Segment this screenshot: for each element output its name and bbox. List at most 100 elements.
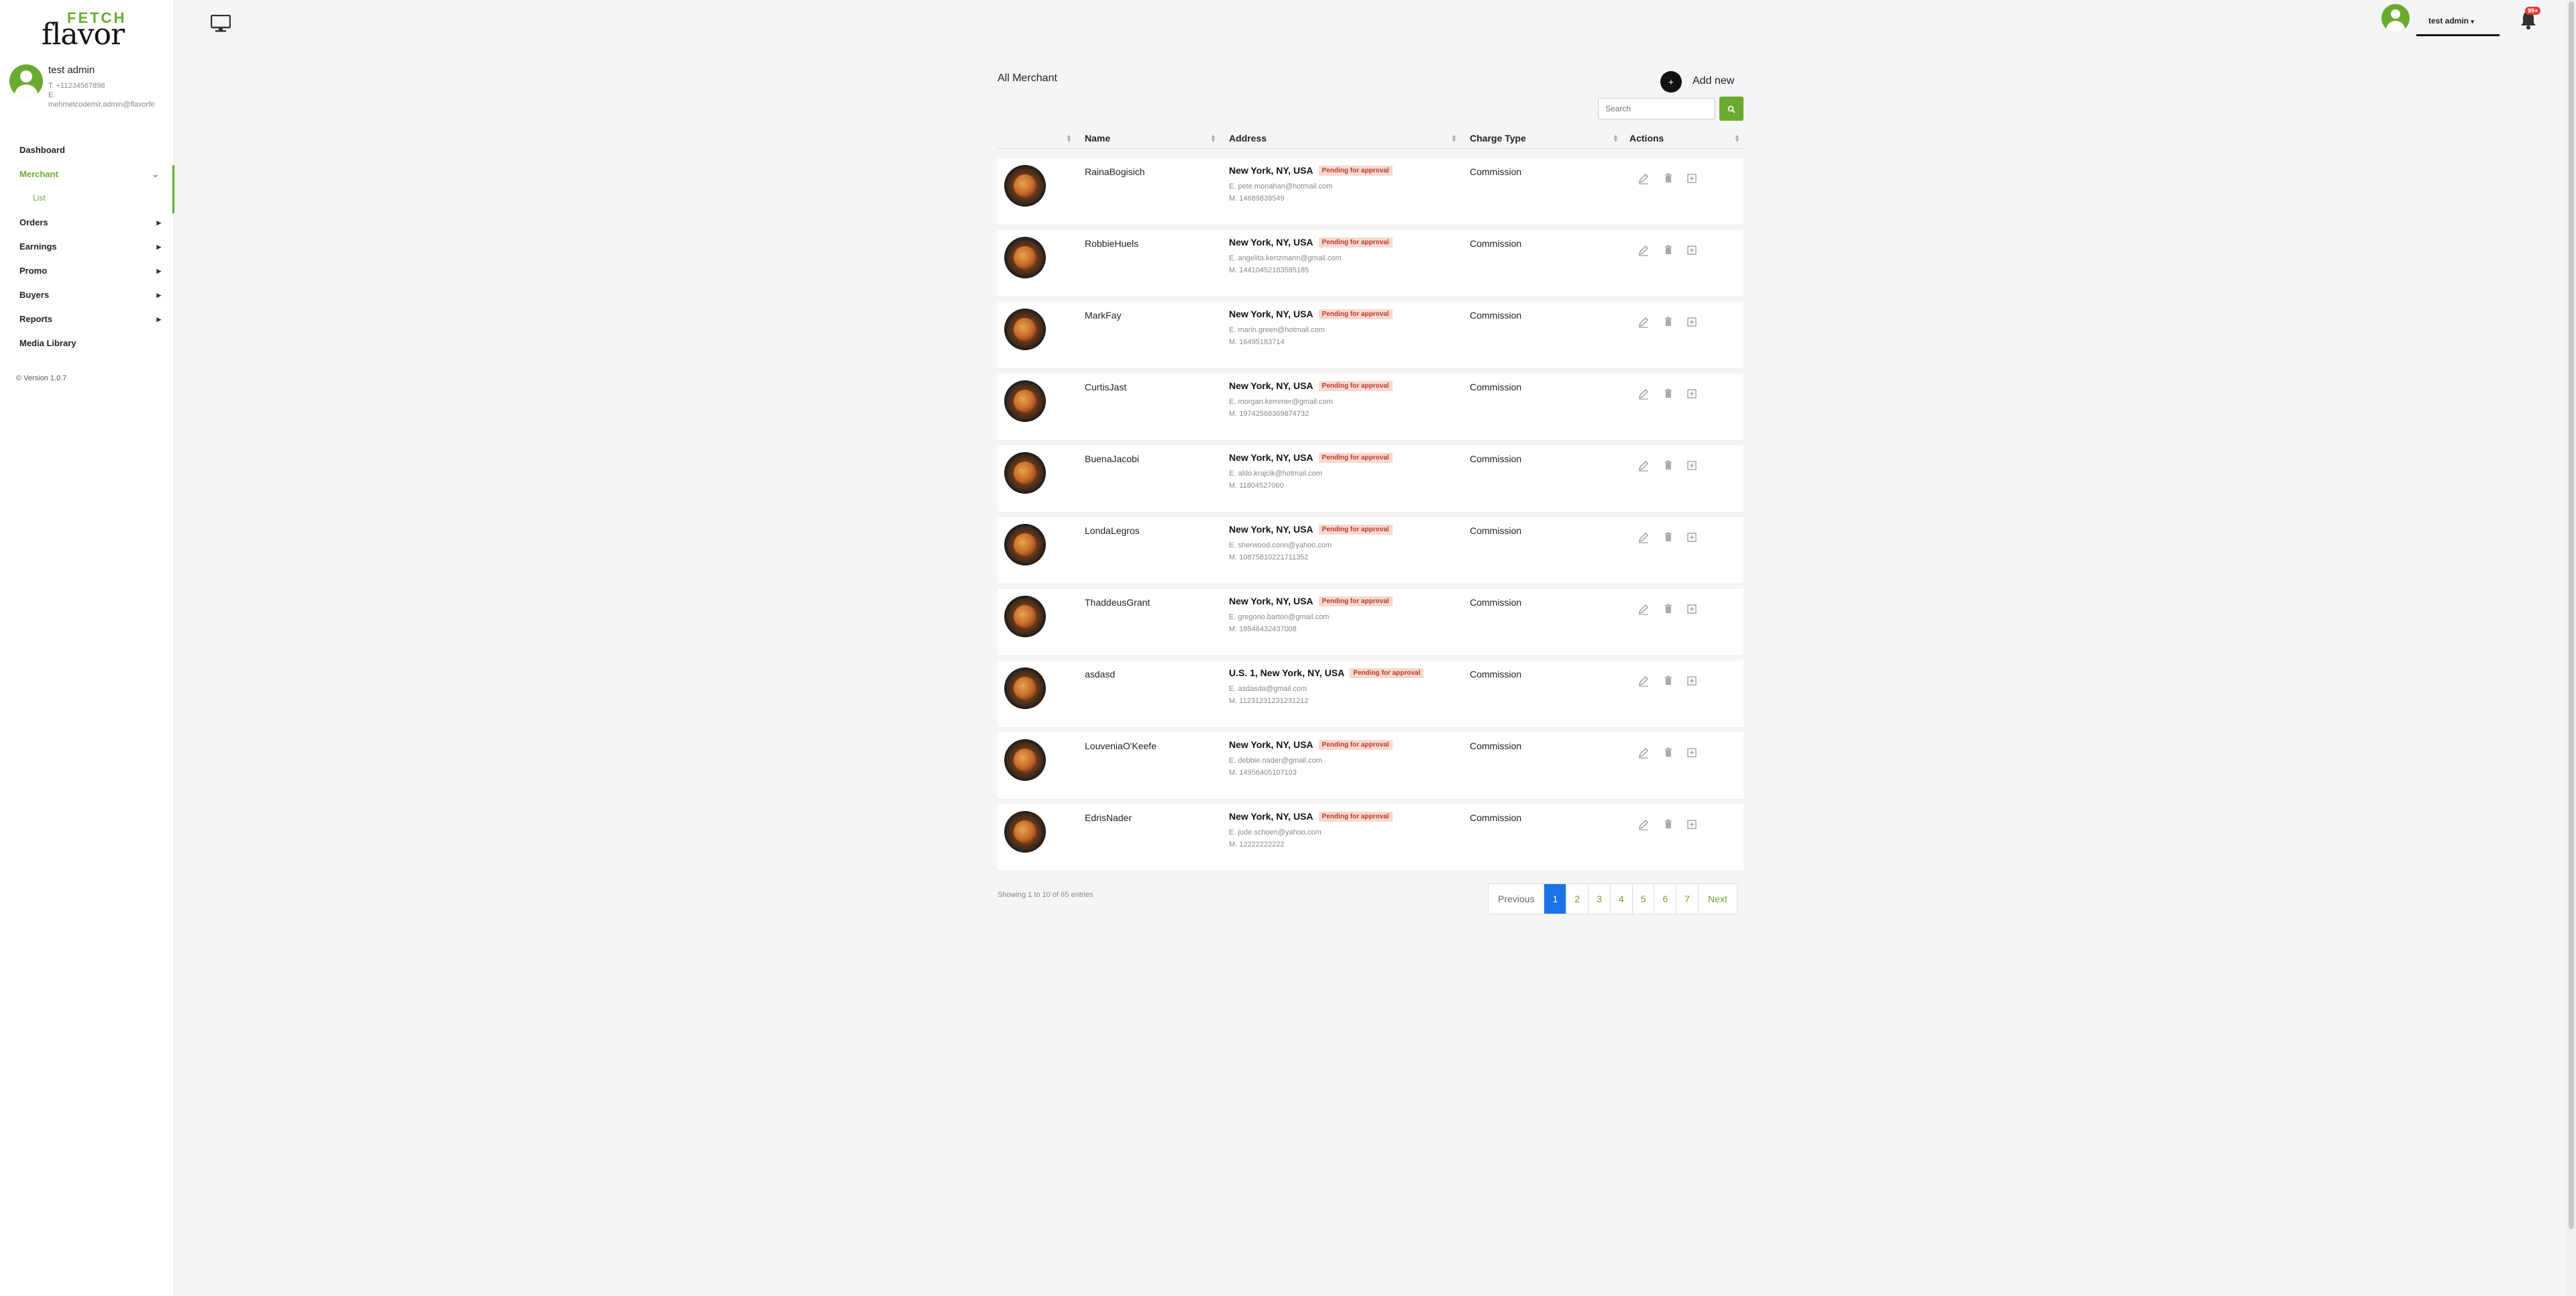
merchant-email: E. pete.monahan@hotmail.com — [1229, 182, 1333, 191]
brand-logo[interactable]: FETCH flavor — [42, 9, 129, 52]
edit-icon[interactable] — [1637, 459, 1650, 472]
status-badge: Pending for approval — [1318, 309, 1393, 319]
merchant-email: E. morgan.kemmer@gmail.com — [1229, 398, 1333, 406]
expand-icon[interactable] — [1685, 818, 1699, 831]
table-row[interactable]: CurtisJast New York, NY, USA Pending for a… — [998, 374, 1743, 441]
edit-icon[interactable] — [1637, 531, 1650, 544]
trash-icon[interactable] — [1662, 387, 1675, 400]
trash-icon[interactable] — [1662, 602, 1675, 616]
merchant-address: New York, NY, USA Pending for approval — [1229, 452, 1393, 463]
expand-icon[interactable] — [1685, 315, 1699, 329]
pagination-page[interactable]: 4 — [1611, 884, 1633, 914]
sidebar: FETCH flavor test admin T. +11234567898 … — [0, 0, 174, 1296]
table-row[interactable]: LondaLegros New York, NY, USA Pending for … — [998, 517, 1743, 584]
table-row[interactable]: MarkFay New York, NY, USA Pending for appr… — [998, 302, 1743, 369]
edit-icon[interactable] — [1637, 315, 1650, 329]
expand-icon[interactable] — [1685, 244, 1699, 257]
table-row[interactable]: RobbieHuels New York, NY, USA Pending for … — [998, 230, 1743, 297]
search-input[interactable] — [1598, 98, 1715, 119]
table-row[interactable]: asdasd U.S. 1, New York, NY, USA Pending f… — [998, 661, 1743, 728]
table-row[interactable]: LouveniaO'Keefe New York, NY, USA Pending … — [998, 733, 1743, 800]
expand-icon[interactable] — [1685, 387, 1699, 400]
sidebar-item-buyers[interactable]: Buyers ▸ — [0, 286, 174, 310]
sidebar-item-dashboard[interactable]: Dashboard — [0, 141, 174, 165]
trash-icon[interactable] — [1662, 172, 1675, 185]
table-row[interactable]: RainaBogisich New York, NY, USA Pending fo… — [998, 158, 1743, 225]
sidebar-subitem-list[interactable]: List — [0, 189, 174, 213]
edit-icon[interactable] — [1637, 602, 1650, 616]
sidebar-item-promo[interactable]: Promo ▸ — [0, 262, 174, 286]
pagination-page[interactable]: 5 — [1633, 884, 1655, 914]
sort-icon[interactable]: ▲ ▼ — [1734, 133, 1740, 144]
column-header-charge-type[interactable]: Charge Type — [1470, 133, 1526, 144]
status-badge: Pending for approval — [1318, 596, 1393, 606]
column-header-name[interactable]: Name — [1085, 133, 1110, 144]
merchant-name[interactable]: LouveniaO'Keefe — [1085, 741, 1157, 751]
merchant-name[interactable]: CurtisJast — [1085, 382, 1126, 392]
pagination-next[interactable]: Next — [1699, 884, 1737, 914]
expand-icon[interactable] — [1685, 531, 1699, 544]
scrollbar-thumb[interactable] — [2569, 1, 2574, 1229]
merchant-name[interactable]: LondaLegros — [1085, 525, 1140, 536]
profile-name: test admin — [48, 64, 95, 76]
edit-icon[interactable] — [1637, 746, 1650, 759]
merchant-email: E. sherwood.conn@yahoo.com — [1229, 541, 1332, 549]
merchant-image — [1004, 811, 1046, 853]
chevron-right-icon: ▸ — [156, 314, 161, 324]
column-header-address[interactable]: Address — [1229, 133, 1267, 144]
sort-icon[interactable]: ▲ ▼ — [1210, 133, 1216, 144]
search-button[interactable] — [1719, 97, 1743, 121]
sidebar-item-earnings[interactable]: Earnings ▸ — [0, 237, 174, 262]
trash-icon[interactable] — [1662, 746, 1675, 759]
expand-icon[interactable] — [1685, 602, 1699, 616]
pagination-previous[interactable]: Previous — [1489, 884, 1545, 914]
scrollbar[interactable] — [2567, 0, 2576, 1296]
merchant-name[interactable]: RobbieHuels — [1085, 238, 1138, 249]
chevron-down-icon: ⌄ — [152, 169, 159, 179]
merchant-name[interactable]: ThaddeusGrant — [1085, 597, 1150, 608]
pagination-page[interactable]: 2 — [1566, 884, 1589, 914]
merchant-name[interactable]: asdasd — [1085, 669, 1115, 680]
address-text: New York, NY, USA — [1229, 452, 1313, 463]
charge-type: Commission — [1470, 597, 1522, 608]
sidebar-item-media-library[interactable]: Media Library — [0, 334, 174, 358]
user-menu-toggle[interactable]: test admin ▾ — [2416, 9, 2500, 36]
trash-icon[interactable] — [1662, 674, 1675, 688]
expand-icon[interactable] — [1685, 674, 1699, 688]
sidebar-item-orders[interactable]: Orders ▸ — [0, 213, 174, 237]
table-row[interactable]: ThaddeusGrant New York, NY, USA Pending fo… — [998, 589, 1743, 656]
trash-icon[interactable] — [1662, 531, 1675, 544]
sidebar-item-merchant[interactable]: Merchant ⌄ — [0, 165, 174, 189]
edit-icon[interactable] — [1637, 387, 1650, 400]
edit-icon[interactable] — [1637, 674, 1650, 688]
edit-icon[interactable] — [1637, 244, 1650, 257]
merchant-name[interactable]: RainaBogisich — [1085, 166, 1145, 177]
sidebar-item-label: Earnings — [19, 241, 57, 252]
sidebar-item-label: Merchant — [19, 169, 58, 179]
pagination-page[interactable]: 6 — [1654, 884, 1677, 914]
pagination-page[interactable]: 3 — [1589, 884, 1611, 914]
merchant-name[interactable]: MarkFay — [1085, 310, 1121, 321]
charge-type: Commission — [1470, 310, 1522, 321]
pagination-page[interactable]: 7 — [1676, 884, 1699, 914]
sort-icon[interactable]: ▲ ▼ — [1613, 133, 1619, 144]
trash-icon[interactable] — [1662, 315, 1675, 329]
edit-icon[interactable] — [1637, 172, 1650, 185]
merchant-name[interactable]: EdrisNader — [1085, 812, 1132, 823]
user-name: test admin — [2428, 16, 2469, 25]
expand-icon[interactable] — [1685, 459, 1699, 472]
sort-icon[interactable]: ▲ ▼ — [1451, 133, 1457, 144]
trash-icon[interactable] — [1662, 244, 1675, 257]
monitor-icon[interactable] — [211, 15, 231, 32]
trash-icon[interactable] — [1662, 459, 1675, 472]
table-row[interactable]: BuenaJacobi New York, NY, USA Pending for … — [998, 445, 1743, 512]
table-row[interactable]: EdrisNader New York, NY, USA Pending for a… — [998, 804, 1743, 871]
merchant-name[interactable]: BuenaJacobi — [1085, 453, 1139, 464]
pagination-page[interactable]: 1 — [1544, 884, 1567, 914]
edit-icon[interactable] — [1637, 818, 1650, 831]
expand-icon[interactable] — [1685, 172, 1699, 185]
sidebar-item-reports[interactable]: Reports ▸ — [0, 310, 174, 334]
expand-icon[interactable] — [1685, 746, 1699, 759]
sort-icon[interactable]: ▲ ▼ — [1066, 133, 1072, 144]
trash-icon[interactable] — [1662, 818, 1675, 831]
